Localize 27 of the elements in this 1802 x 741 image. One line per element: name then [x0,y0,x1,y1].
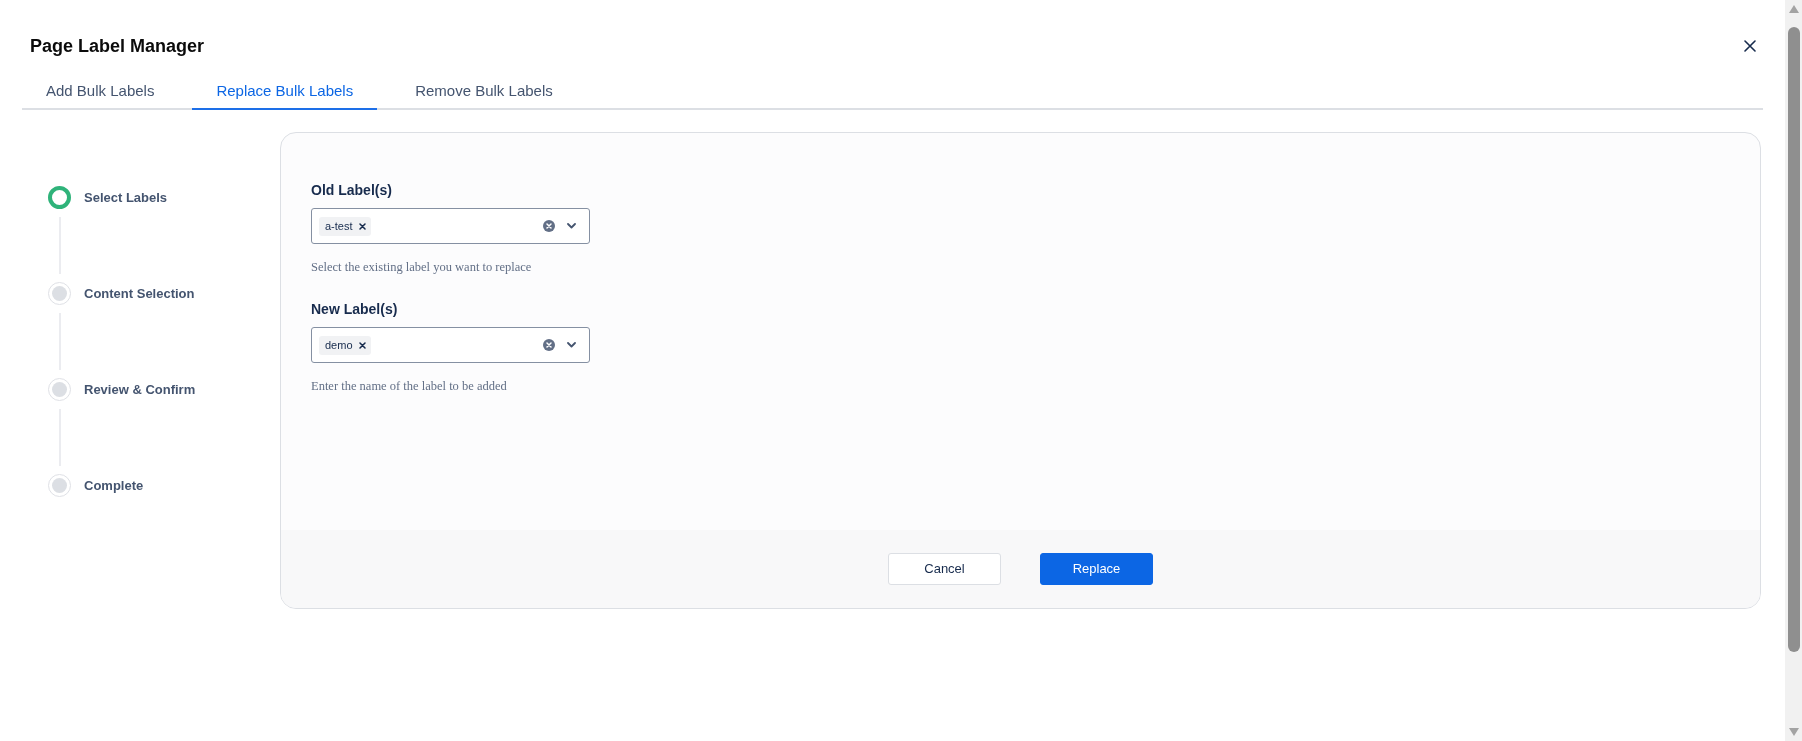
remove-icon[interactable] [358,222,366,230]
tab[interactable]: Remove Bulk Labels [391,74,577,110]
tag-text: demo [325,337,353,353]
scrollbar-thumb[interactable] [1787,27,1800,652]
field-label: Old Label(s) [311,181,392,200]
step-label: Content Selection [84,284,195,303]
step-label: Review & Confirm [84,380,196,399]
close-icon[interactable] [1744,40,1756,52]
clear-icon[interactable] [543,339,555,351]
help-text: Enter the name of the label to be added [311,378,507,394]
cancel-button[interactable]: Cancel [888,553,1001,585]
step-label: Complete [84,476,144,495]
multi-select-field[interactable]: a-test [311,208,590,244]
step-label: Select Labels [84,188,168,207]
tab[interactable]: Add Bulk Labels [22,74,179,110]
remove-icon[interactable] [358,341,366,349]
help-text: Select the existing label you want to replace [311,259,532,275]
chevron-down-icon[interactable] [567,223,576,229]
tag-text: a-test [325,218,353,234]
clear-icon[interactable] [543,220,555,232]
chevron-down-icon[interactable] [567,342,576,348]
scrollbar[interactable] [1785,0,1802,741]
multi-select-field[interactable]: demo [311,327,590,363]
dialog-title: Page Label Manager [30,35,205,58]
tab[interactable]: Replace Bulk Labels [192,74,378,110]
field-label: New Label(s) [311,300,398,319]
replace-button[interactable]: Replace [1040,553,1153,585]
